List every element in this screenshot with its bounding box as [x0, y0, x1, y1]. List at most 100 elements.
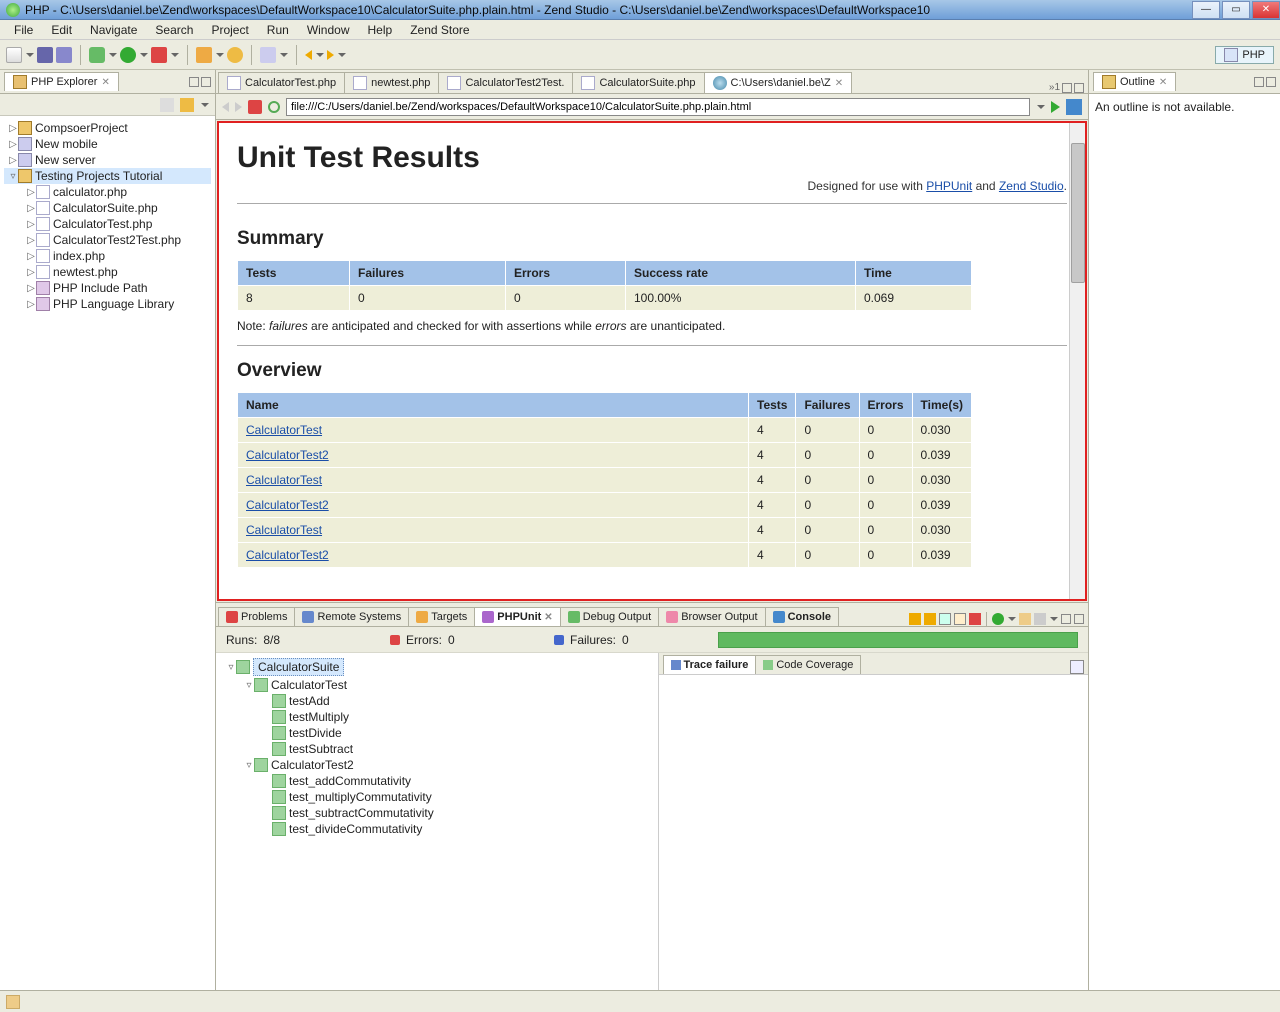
tree-item[interactable]: ▷newtest.php — [4, 264, 211, 280]
tree-item[interactable]: ▷CalculatorTest.php — [4, 216, 211, 232]
test-tree-item[interactable]: ▿CalculatorTest — [222, 677, 652, 693]
close-button[interactable]: ✕ — [1252, 1, 1280, 19]
test-tree-item[interactable]: testAdd — [222, 693, 652, 709]
maximize-bottom-icon[interactable] — [1074, 614, 1084, 624]
test-tree-item[interactable]: ▿CalculatorTest2 — [222, 757, 652, 773]
run-dropdown[interactable] — [1008, 617, 1016, 621]
test-tree-item[interactable]: test_divideCommutativity — [222, 821, 652, 837]
more-tabs-indicator[interactable]: »1 — [1049, 82, 1060, 93]
menu-navigate[interactable]: Navigate — [82, 21, 145, 39]
close-icon[interactable]: ✕ — [835, 78, 843, 89]
tree-item[interactable]: ▷PHP Language Library — [4, 296, 211, 312]
phpunit-link[interactable]: PHPUnit — [926, 179, 972, 193]
run-tests-icon[interactable] — [992, 613, 1004, 625]
menu-project[interactable]: Project — [203, 21, 256, 39]
bottom-tab-debug-output[interactable]: Debug Output — [560, 607, 660, 626]
test-link[interactable]: CalculatorTest2 — [246, 448, 329, 462]
close-icon[interactable]: ✕ — [101, 77, 109, 88]
view-menu-dropdown[interactable] — [1050, 617, 1058, 621]
save-icon[interactable] — [37, 47, 53, 63]
new-icon[interactable] — [6, 47, 22, 63]
test-tree-item[interactable]: testDivide — [222, 725, 652, 741]
tree-item[interactable]: ▿Testing Projects Tutorial — [4, 168, 211, 184]
maximize-panel-icon[interactable] — [1266, 77, 1276, 87]
scroll-thumb[interactable] — [1071, 143, 1085, 283]
nav-stop-icon[interactable] — [248, 100, 262, 114]
collapse-all-icon[interactable] — [160, 98, 174, 112]
history-icon[interactable] — [1019, 613, 1031, 625]
menu-zend-store[interactable]: Zend Store — [402, 21, 477, 39]
external-tools-icon[interactable] — [151, 47, 167, 63]
test-tree-item[interactable]: test_multiplyCommutativity — [222, 789, 652, 805]
tree-item[interactable]: ▷New mobile — [4, 136, 211, 152]
next-failure-icon[interactable] — [924, 613, 936, 625]
go-icon[interactable] — [1051, 101, 1060, 113]
bottom-tab-browser-output[interactable]: Browser Output — [658, 607, 765, 626]
view-menu-icon[interactable] — [201, 103, 209, 107]
minimize-editor-icon[interactable] — [1062, 83, 1072, 93]
test-link[interactable]: CalculatorTest2 — [246, 498, 329, 512]
project-tree[interactable]: ▷CompsoerProject▷New mobile▷New server▿T… — [0, 116, 215, 990]
trace-toolbar-icon[interactable] — [1070, 660, 1084, 674]
minimize-bottom-icon[interactable] — [1061, 614, 1071, 624]
maximize-editor-icon[interactable] — [1074, 83, 1084, 93]
prev-failure-icon[interactable] — [909, 613, 921, 625]
expand-all-icon[interactable] — [939, 613, 951, 625]
menu-file[interactable]: File — [6, 21, 41, 39]
test-tree-item[interactable]: testMultiply — [222, 709, 652, 725]
outline-tab[interactable]: Outline ✕ — [1093, 72, 1176, 91]
editor-tab[interactable]: newtest.php — [344, 72, 439, 93]
bottom-tab-targets[interactable]: Targets — [408, 607, 475, 626]
minimize-button[interactable]: — — [1192, 1, 1220, 19]
editor-tab[interactable]: CalculatorTest2Test. — [438, 72, 573, 93]
minimize-panel-icon[interactable] — [1254, 77, 1264, 87]
tree-item[interactable]: ▷PHP Include Path — [4, 280, 211, 296]
tree-item[interactable]: ▷CalculatorSuite.php — [4, 200, 211, 216]
perspective-switcher[interactable]: PHP — [1215, 46, 1274, 64]
test-tree-item[interactable]: testSubtract — [222, 741, 652, 757]
pin-icon[interactable] — [1034, 613, 1046, 625]
trace-failure-tab[interactable]: Trace failure — [663, 655, 757, 674]
tree-item[interactable]: ▷New server — [4, 152, 211, 168]
save-all-icon[interactable] — [56, 47, 72, 63]
test-tree-item[interactable]: ▿CalculatorSuite — [222, 657, 652, 677]
collapse-all-icon[interactable] — [954, 613, 966, 625]
go-to-file-icon[interactable] — [1066, 99, 1082, 115]
forward-icon[interactable] — [327, 50, 334, 60]
run-icon[interactable] — [120, 47, 136, 63]
wand-icon[interactable] — [196, 47, 212, 63]
back-icon[interactable] — [305, 50, 312, 60]
php-explorer-tab[interactable]: PHP Explorer ✕ — [4, 72, 119, 91]
bottom-tab-remote-systems[interactable]: Remote Systems — [294, 607, 409, 626]
tree-item[interactable]: ▷calculator.php — [4, 184, 211, 200]
nav-forward-icon[interactable] — [235, 102, 242, 112]
test-link[interactable]: CalculatorTest — [246, 423, 322, 437]
search-icon[interactable] — [227, 47, 243, 63]
test-tree[interactable]: ▿CalculatorSuite▿CalculatorTesttestAddte… — [216, 653, 659, 990]
code-coverage-tab[interactable]: Code Coverage — [755, 655, 861, 674]
scrollbar[interactable] — [1069, 123, 1085, 599]
tree-item[interactable]: ▷CalculatorTest2Test.php — [4, 232, 211, 248]
menu-help[interactable]: Help — [360, 21, 401, 39]
menu-search[interactable]: Search — [147, 21, 201, 39]
open-type-icon[interactable] — [260, 47, 276, 63]
bottom-tab-console[interactable]: Console — [765, 607, 839, 626]
editor-tab[interactable]: C:\Users\daniel.be\Z✕ — [704, 72, 853, 93]
test-link[interactable]: CalculatorTest2 — [246, 548, 329, 562]
tree-item[interactable]: ▷index.php — [4, 248, 211, 264]
editor-tab[interactable]: CalculatorTest.php — [218, 72, 345, 93]
test-tree-item[interactable]: test_subtractCommutativity — [222, 805, 652, 821]
close-icon[interactable]: ✕ — [544, 612, 552, 623]
editor-tab[interactable]: CalculatorSuite.php — [572, 72, 704, 93]
bottom-tab-problems[interactable]: Problems — [218, 607, 295, 626]
maximize-button[interactable]: ▭ — [1222, 1, 1250, 19]
tree-item[interactable]: ▷CompsoerProject — [4, 120, 211, 136]
test-tree-item[interactable]: test_addCommutativity — [222, 773, 652, 789]
nav-refresh-icon[interactable] — [268, 101, 280, 113]
test-link[interactable]: CalculatorTest — [246, 523, 322, 537]
menu-run[interactable]: Run — [259, 21, 297, 39]
close-icon[interactable]: ✕ — [1159, 77, 1167, 88]
minimize-panel-icon[interactable] — [189, 77, 199, 87]
menu-window[interactable]: Window — [299, 21, 358, 39]
zend-studio-link[interactable]: Zend Studio — [999, 179, 1064, 193]
